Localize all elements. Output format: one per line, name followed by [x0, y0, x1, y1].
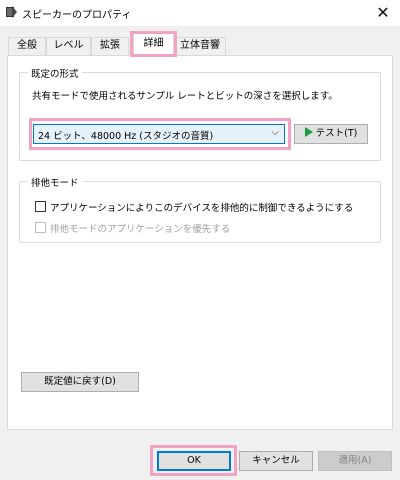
apply-button: 適用(A): [318, 451, 392, 471]
default-format-description: 共有モードで使用されるサンプル レートとビットの深さを選択します。: [32, 91, 338, 102]
tab-spatial-sound[interactable]: 立体音響: [174, 37, 226, 55]
allow-exclusive-checkbox[interactable]: [35, 201, 46, 212]
allow-exclusive-label[interactable]: アプリケーションによりこのデバイスを排他的に制御できるようにする: [50, 200, 353, 214]
tab-enhancements[interactable]: 拡張: [91, 37, 129, 55]
close-icon[interactable]: ✕: [366, 0, 400, 26]
tab-levels[interactable]: レベル: [46, 37, 91, 55]
cancel-button[interactable]: キャンセル: [239, 451, 313, 471]
tab-general[interactable]: 全般: [8, 37, 46, 55]
play-icon: [304, 127, 313, 137]
tab-advanced[interactable]: 詳細: [133, 33, 174, 56]
chevron-down-icon: ⌵: [271, 127, 279, 138]
window-title: スピーカーのプロパティ: [22, 10, 132, 21]
exclusive-priority-label: 排他モードのアプリケーションを優先する: [50, 224, 231, 235]
exclusive-priority-checkbox: [35, 222, 46, 233]
format-select-value: 24 ビット、48000 Hz (スタジオの音質): [38, 131, 214, 142]
default-format-group: [19, 72, 381, 161]
default-format-title: 既定の形式: [28, 66, 82, 80]
speaker-icon: [6, 6, 18, 18]
ok-button[interactable]: OK: [157, 451, 231, 471]
restore-defaults-button[interactable]: 既定値に戻す(D): [21, 372, 139, 392]
format-select[interactable]: 24 ビット、48000 Hz (スタジオの音質) ⌵: [33, 124, 285, 144]
title-bar: スピーカーのプロパティ ✕: [0, 0, 400, 26]
test-button-label: テスト(T): [315, 128, 358, 139]
test-button[interactable]: テスト(T): [294, 124, 368, 144]
exclusive-mode-title: 排他モード: [28, 175, 82, 189]
